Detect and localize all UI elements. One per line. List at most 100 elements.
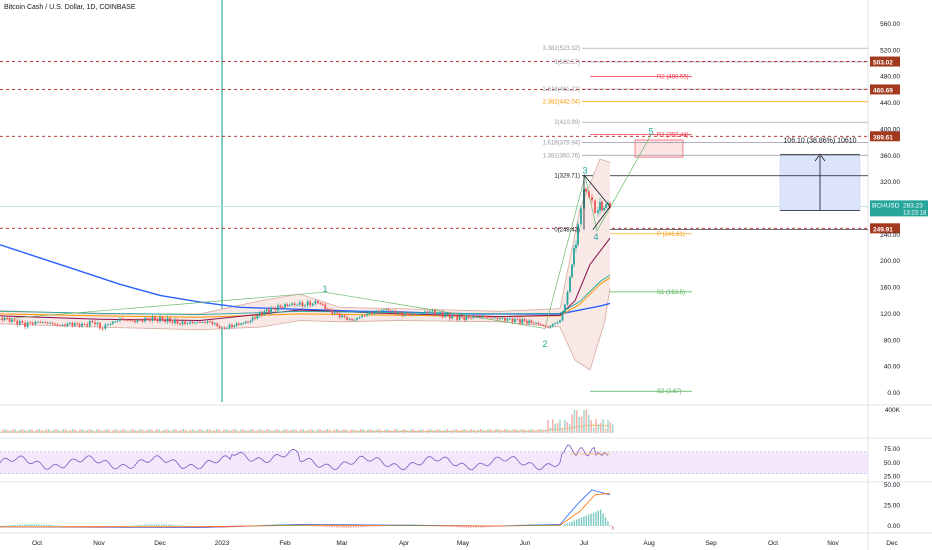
macd-hist — [76, 526, 79, 528]
macd-hist — [204, 526, 206, 528]
candle-body — [387, 309, 390, 311]
macd-hist — [93, 526, 95, 528]
macd-hist — [7, 525, 9, 526]
macd-hist — [309, 525, 311, 527]
candle-body — [378, 310, 380, 312]
volume-bar — [33, 431, 36, 433]
macd-hist — [266, 524, 268, 526]
volume-bar — [415, 430, 417, 433]
candle-body — [277, 305, 279, 311]
volume-bar — [412, 429, 415, 433]
macd-hist — [376, 526, 379, 527]
macd-hist — [588, 514, 590, 526]
bollinger-upper — [0, 158, 611, 315]
volume-bar — [583, 410, 585, 433]
volume-bar — [360, 429, 362, 433]
candle-body — [291, 303, 293, 305]
candle-body — [564, 304, 566, 313]
candle-body — [164, 320, 166, 322]
volume-bar — [288, 430, 290, 433]
macd-hist — [528, 524, 530, 526]
candle-body — [279, 305, 282, 308]
volume-bar — [374, 430, 376, 433]
pivot-label: R1 (392.44) — [657, 132, 689, 138]
volume-bar — [2, 429, 4, 433]
volume-bar — [194, 430, 196, 433]
time-tick-label: Jun — [520, 540, 531, 547]
candle-body — [331, 310, 334, 314]
macd-hist — [492, 526, 494, 527]
price-tag: 503.02 — [873, 60, 893, 67]
volume-bar — [271, 431, 273, 433]
volume-bar — [379, 429, 381, 433]
volume-bar — [139, 429, 141, 433]
candle-body — [16, 320, 19, 325]
volume-bar — [417, 430, 420, 433]
macd-hist — [600, 509, 602, 526]
volume-bar — [537, 429, 540, 433]
volume-bar — [372, 430, 374, 433]
macd-hist — [475, 526, 477, 528]
volume-bar — [40, 430, 43, 433]
macd-hist — [64, 526, 67, 527]
macd-hist — [465, 526, 467, 528]
macd-hist — [480, 526, 482, 528]
candle-body — [121, 318, 124, 320]
volume-bar — [540, 429, 542, 433]
rsi-tick-label: 25.00 — [884, 474, 901, 481]
volume-bar — [556, 422, 559, 433]
macd-hist — [38, 524, 40, 526]
macd-hist — [585, 515, 587, 526]
volume-bar — [304, 430, 307, 433]
macd-hist — [16, 524, 19, 526]
macd-hist — [535, 524, 537, 526]
macd-hist — [297, 524, 299, 526]
candle-body — [363, 315, 366, 317]
macd-hist — [158, 524, 160, 526]
volume-bar — [120, 430, 122, 433]
macd-hist — [252, 525, 254, 527]
macd-hist — [98, 526, 100, 528]
candle-body — [59, 325, 61, 327]
chart-canvas[interactable]: 106.10 (38.86%) 10610 3.382(523.32) 3(502.… — [0, 0, 932, 550]
macd-hist — [607, 521, 609, 526]
candle-body — [179, 323, 181, 325]
macd-hist — [602, 513, 604, 526]
volume-bar — [369, 429, 372, 433]
macd-hist — [136, 525, 139, 526]
macd-hist — [144, 524, 146, 526]
volume-bar — [62, 429, 64, 433]
macd-hist — [472, 526, 475, 528]
macd-hist — [453, 526, 455, 528]
volume-bar — [211, 430, 213, 433]
macd-hist — [441, 526, 443, 527]
volume-axis-label: 400K — [885, 407, 901, 414]
volume-bar — [264, 430, 266, 433]
macd-hist — [612, 526, 614, 530]
candle-body — [474, 316, 477, 318]
macd-hist — [559, 525, 561, 526]
macd-hist — [568, 522, 571, 526]
volume-bar — [496, 429, 499, 433]
macd-hist — [564, 524, 566, 526]
candle-body — [129, 320, 131, 322]
volume-bar — [247, 430, 249, 433]
volume-bar — [110, 431, 112, 433]
chart-title: Bitcoin Cash / U.S. Dollar, 1D, COINBASE — [4, 4, 136, 11]
volume-bar — [384, 429, 386, 433]
candle-body — [274, 308, 277, 311]
macd-hist — [590, 513, 592, 526]
candle-body — [571, 264, 573, 278]
macd-hist — [597, 510, 599, 526]
macd-hist — [213, 526, 215, 528]
candle-body — [419, 313, 421, 315]
macd-hist — [86, 526, 88, 528]
macd-hist — [348, 526, 350, 528]
macd-hist — [74, 526, 76, 527]
volume-bar — [249, 429, 252, 433]
time-tick-label: Oct — [32, 540, 42, 547]
volume-bar — [300, 429, 302, 433]
volume-bar — [451, 430, 453, 433]
time-tick-label: Jul — [580, 540, 589, 547]
volume-bar — [573, 409, 576, 433]
